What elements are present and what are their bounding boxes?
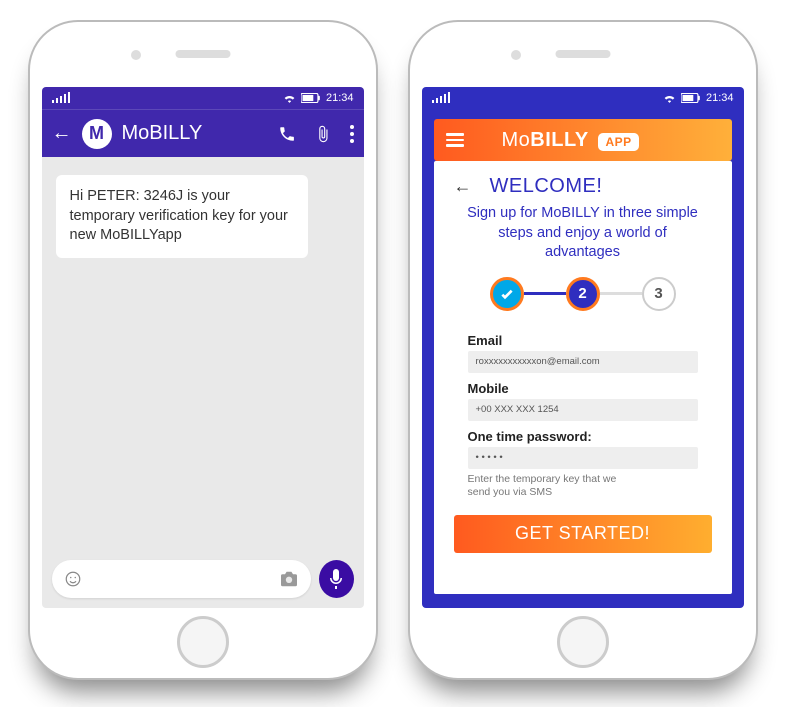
contact-avatar[interactable]: M (82, 119, 112, 149)
signup-tagline: Sign up for MoBILLY in three simple step… (454, 204, 712, 263)
step-connector (524, 292, 566, 295)
mobile-label: Mobile (468, 381, 698, 396)
welcome-heading: WELCOME! (490, 175, 603, 198)
phone-sms: 21:34 ← M MoBILLY Hi PETER: 3246J is you… (28, 20, 378, 680)
sms-screen: 21:34 ← M MoBILLY Hi PETER: 3246J is you… (42, 87, 364, 608)
sms-message-bubble: Hi PETER: 3246J is your temporary verifi… (56, 175, 309, 258)
brand-badge: APP (598, 133, 638, 151)
email-label: Email (468, 333, 698, 348)
status-bar: 21:34 (422, 87, 744, 109)
sms-conversation[interactable]: Hi PETER: 3246J is your temporary verifi… (42, 157, 364, 608)
signal-icon (52, 93, 71, 103)
brand-mo: Mo (502, 129, 531, 151)
app-screen: 21:34 MoBILLY APP ← WELCOME! Sign up for… (422, 87, 744, 608)
app-container: MoBILLY APP ← WELCOME! Sign up for MoBIL… (422, 109, 744, 608)
home-button[interactable] (177, 616, 229, 668)
step-indicator: 2 3 (454, 277, 712, 311)
sms-text-field[interactable] (52, 560, 311, 598)
phone-camera (511, 50, 521, 60)
more-menu-icon[interactable] (350, 125, 354, 143)
step-1 (490, 277, 524, 311)
back-arrow-icon[interactable]: ← (454, 176, 472, 197)
otp-hint: Enter the temporary key that we send you… (468, 473, 618, 499)
step-3: 3 (642, 277, 676, 311)
status-bar: 21:34 (42, 87, 364, 109)
contact-name: MoBILLY (122, 122, 268, 145)
status-time: 21:34 (706, 92, 734, 104)
check-icon (499, 286, 515, 302)
hamburger-menu-icon[interactable] (446, 133, 464, 147)
step-2: 2 (566, 277, 600, 311)
voice-message-button[interactable] (319, 560, 354, 598)
sms-header: ← M MoBILLY (42, 109, 364, 157)
get-started-button[interactable]: GET STARTED! (454, 515, 712, 553)
phone-speaker (175, 50, 230, 58)
microphone-icon (329, 569, 343, 589)
signup-form: Email roxxxxxxxxxxxon@email.com Mobile +… (454, 325, 712, 499)
otp-label: One time password: (468, 429, 698, 444)
status-time: 21:34 (326, 92, 354, 104)
battery-icon (681, 93, 701, 103)
wifi-icon (283, 93, 296, 103)
step-connector (600, 292, 642, 295)
email-field[interactable]: roxxxxxxxxxxxon@email.com (468, 351, 698, 373)
signal-icon (432, 93, 451, 103)
wifi-icon (663, 93, 676, 103)
emoji-icon[interactable] (64, 570, 82, 588)
mobile-field[interactable]: +00 XXX XXX 1254 (468, 399, 698, 421)
phone-call-icon[interactable] (278, 125, 296, 143)
phone-camera (131, 50, 141, 60)
home-button[interactable] (557, 616, 609, 668)
battery-icon (301, 93, 321, 103)
attachment-icon[interactable] (314, 125, 332, 143)
camera-icon[interactable] (279, 571, 299, 587)
phone-speaker (555, 50, 610, 58)
otp-field[interactable]: • • • • • (468, 447, 698, 469)
brand-title: MoBILLY APP (502, 129, 639, 152)
sms-text-input[interactable] (90, 571, 271, 587)
back-arrow-icon[interactable]: ← (52, 122, 72, 145)
signup-card: ← WELCOME! Sign up for MoBILLY in three … (434, 161, 732, 594)
brand-billy: BILLY (530, 129, 588, 151)
sms-input-bar (52, 560, 354, 598)
phone-app: 21:34 MoBILLY APP ← WELCOME! Sign up for… (408, 20, 758, 680)
app-brand-bar: MoBILLY APP (434, 119, 732, 161)
